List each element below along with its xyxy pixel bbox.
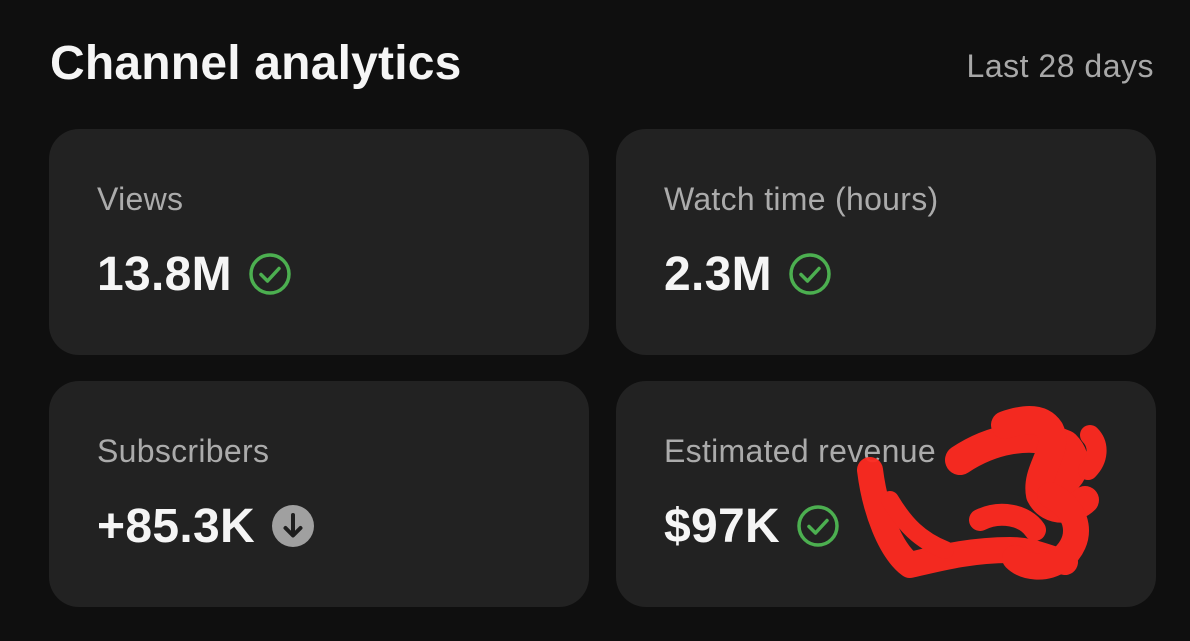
watch-time-value: 2.3M: [664, 247, 772, 301]
views-label: Views: [97, 181, 184, 217]
views-value-row: 13.8M: [97, 246, 292, 302]
views-value: 13.8M: [97, 247, 232, 301]
watch-time-value-row: 2.3M: [664, 246, 832, 302]
page-title: Channel analytics: [50, 37, 462, 90]
subscribers-value: +85.3K: [97, 499, 255, 553]
revenue-label: Estimated revenue: [664, 433, 936, 469]
revenue-card[interactable]: Estimated revenue $97K: [616, 381, 1156, 607]
watch-time-label: Watch time (hours): [664, 181, 939, 217]
views-card[interactable]: Views 13.8M: [49, 129, 589, 355]
check-circle-icon: [248, 252, 292, 296]
check-circle-icon: [788, 252, 832, 296]
revenue-value-row: $97K: [664, 498, 840, 554]
date-range-selector[interactable]: Last 28 days: [967, 48, 1154, 85]
down-arrow-circle-icon: [271, 504, 315, 548]
check-circle-icon: [796, 504, 840, 548]
watch-time-card[interactable]: Watch time (hours) 2.3M: [616, 129, 1156, 355]
subscribers-label: Subscribers: [97, 433, 270, 469]
revenue-value: $97K: [664, 499, 780, 553]
subscribers-card[interactable]: Subscribers +85.3K: [49, 381, 589, 607]
header: Channel analytics Last 28 days: [50, 36, 1154, 96]
subscribers-value-row: +85.3K: [97, 498, 315, 554]
